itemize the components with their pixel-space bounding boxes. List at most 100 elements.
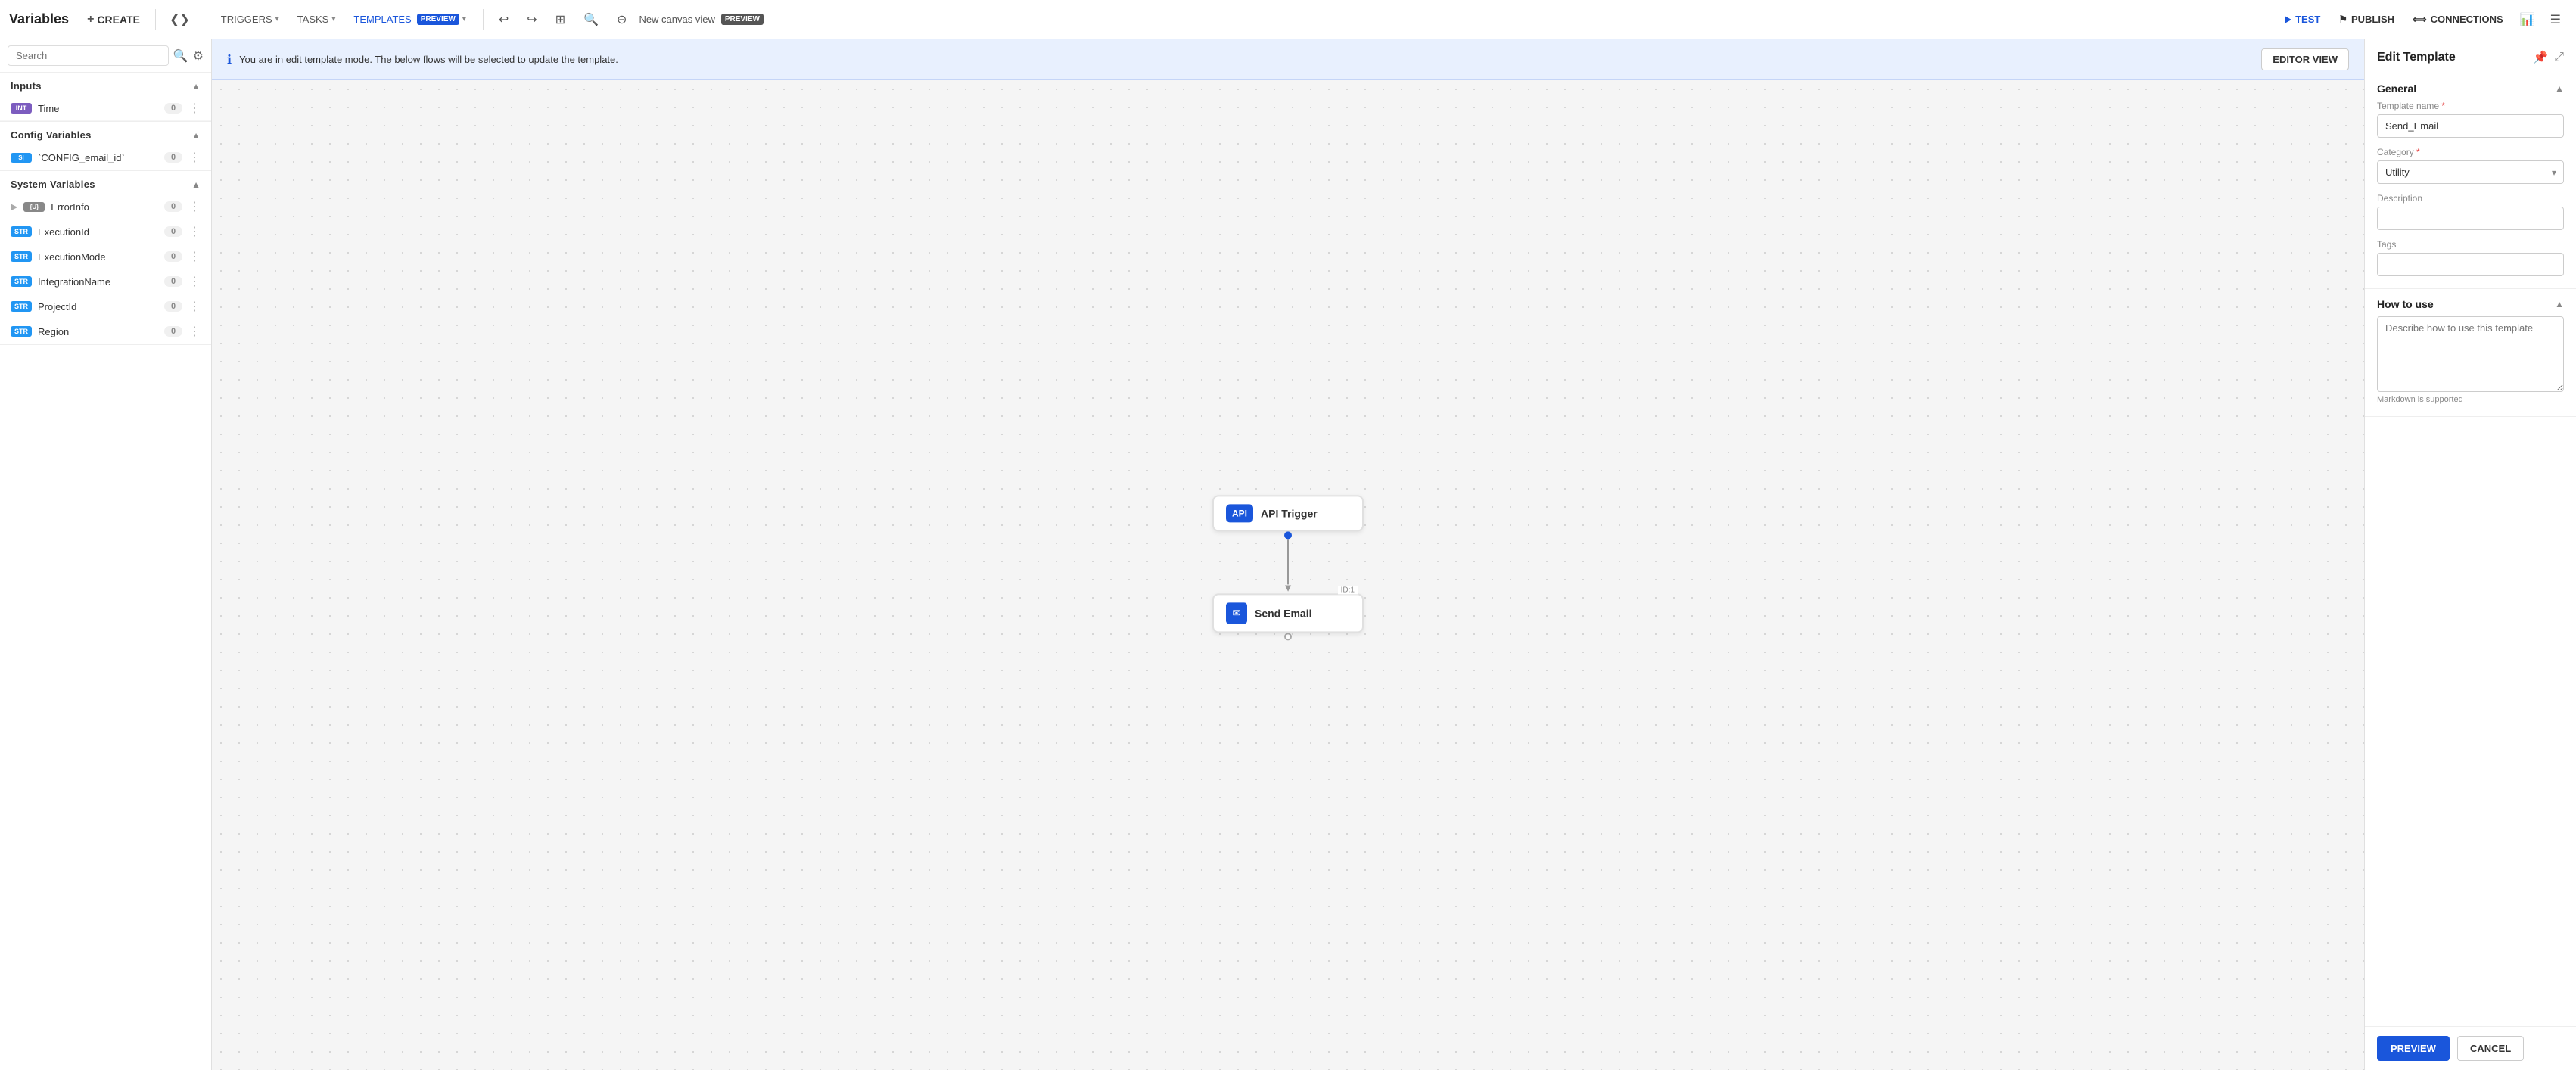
type-badge-str: STR [11,301,32,312]
expand-button[interactable]: ▶ [11,201,17,212]
how-to-use-textarea[interactable] [2377,316,2564,392]
app-title: Variables [9,11,69,27]
inputs-section-header[interactable]: Inputs ▲ [0,73,211,96]
chevron-down-icon: ▾ [462,15,466,23]
publish-button[interactable]: ⚑ PUBLISH [2331,10,2402,30]
nav-triggers[interactable]: TRIGGERS ▾ [213,9,287,30]
collapse-button[interactable]: ❮❯ [165,9,194,30]
general-section-body: Template name Category Utility Communica… [2365,101,2576,288]
variable-menu-button[interactable]: ⋮ [188,101,201,116]
general-section-header[interactable]: General ▲ [2365,73,2576,101]
connector: ▼ [1283,531,1293,593]
node-label: API Trigger [1261,507,1318,519]
right-panel: Edit Template 📌 ⤢ General ▲ Template nam… [2364,39,2576,1070]
description-input[interactable] [2377,207,2564,230]
expand-panel-icon[interactable]: ⤢ [2554,50,2564,65]
cancel-button[interactable]: CANCEL [2457,1036,2524,1061]
topbar: Variables + CREATE ❮❯ TRIGGERS ▾ TASKS ▾… [0,0,2576,39]
general-section: General ▲ Template name Category Utility… [2365,73,2576,289]
template-name-label: Template name [2377,101,2564,111]
variable-menu-button[interactable]: ⋮ [188,199,201,214]
canvas-notice: ℹ You are in edit template mode. The bel… [212,39,2364,80]
search-icon[interactable]: 🔍 [173,48,188,64]
pin-icon[interactable]: 📌 [2533,50,2548,65]
connections-button[interactable]: ⟺ CONNECTIONS [2405,10,2511,30]
system-section-header[interactable]: System Variables ▲ [0,171,211,194]
category-select-wrap: Utility Communication Data Finance HR Ma… [2377,160,2564,184]
nav-tasks[interactable]: TASKS ▾ [290,9,344,30]
variable-menu-button[interactable]: ⋮ [188,299,201,314]
create-button[interactable]: + CREATE [81,10,146,30]
send-email-node[interactable]: ID:1 ✉ Send Email [1212,593,1364,633]
type-badge-str: STR [11,226,32,237]
variable-menu-button[interactable]: ⋮ [188,249,201,264]
category-label: Category [2377,147,2564,157]
nav-templates[interactable]: TEMPLATES PREVIEW ▾ [346,9,474,30]
fit-button[interactable]: ⊖ [611,8,633,31]
list-item: S| `CONFIG_email_id` 0 ⋮ [0,145,211,170]
variable-menu-button[interactable]: ⋮ [188,224,201,239]
divider3 [483,9,484,30]
topbar-right: TEST ⚑ PUBLISH ⟺ CONNECTIONS 📊 ☰ [2277,8,2567,31]
zoom-button[interactable]: 🔍 [577,8,605,31]
list-item: STR ExecutionId 0 ⋮ [0,219,211,244]
layout-button[interactable]: ⊞ [549,8,571,31]
chevron-down-icon: ▾ [331,15,335,23]
undo-button[interactable]: ↩ [493,8,515,31]
filter-icon[interactable]: ⚙ [193,48,204,64]
sidebar-content: Inputs ▲ INT Time 0 ⋮ Config Variables ▲ [0,73,211,1070]
analytics-button[interactable]: 📊 [2514,8,2541,31]
preview-button[interactable]: PREVIEW [2377,1036,2450,1061]
divider [155,9,156,30]
variable-menu-button[interactable]: ⋮ [188,324,201,339]
how-to-use-header[interactable]: How to use ▲ [2365,289,2576,316]
connector-arrow: ▼ [1283,581,1293,593]
panel-header: Edit Template 📌 ⤢ [2365,39,2576,73]
connections-icon: ⟺ [2413,14,2427,26]
tags-label: Tags [2377,239,2564,250]
variable-count: 0 [164,103,182,114]
sidebar: 🔍 ⚙ Inputs ▲ INT Time 0 ⋮ [0,39,212,1070]
type-badge-str: STR [11,251,32,262]
inputs-section: Inputs ▲ INT Time 0 ⋮ [0,73,211,122]
config-section-header[interactable]: Config Variables ▲ [0,122,211,145]
search-row: 🔍 ⚙ [0,39,211,73]
config-title: Config Variables [11,129,92,141]
email-icon: ✉ [1226,602,1247,624]
category-field: Category Utility Communication Data Fina… [2377,147,2564,184]
category-select[interactable]: Utility Communication Data Finance HR Ma… [2377,160,2564,184]
node-label: Send Email [1255,607,1311,619]
list-item: ▶ {U} ErrorInfo 0 ⋮ [0,194,211,219]
tags-input[interactable] [2377,253,2564,276]
connector-line [1287,539,1289,584]
flow-container: API API Trigger ▼ ID:1 ✉ Send Email [1212,495,1364,640]
panel-title: Edit Template [2377,51,2456,64]
redo-button[interactable]: ↪ [521,8,543,31]
canvas-area: ℹ You are in edit template mode. The bel… [212,39,2364,1070]
editor-view-button[interactable]: EDITOR VIEW [2261,48,2349,70]
system-items: ▶ {U} ErrorInfo 0 ⋮ STR ExecutionId 0 ⋮ … [0,194,211,344]
search-input[interactable] [8,45,169,66]
config-toggle-icon: ▲ [191,130,201,141]
description-label: Description [2377,193,2564,204]
inputs-items: INT Time 0 ⋮ [0,96,211,121]
variable-menu-button[interactable]: ⋮ [188,274,201,289]
info-icon: ℹ [227,52,232,67]
template-name-input[interactable] [2377,114,2564,138]
variable-count: 0 [164,152,182,163]
canvas[interactable]: API API Trigger ▼ ID:1 ✉ Send Email [212,80,2364,1070]
api-trigger-node[interactable]: API API Trigger [1212,495,1364,531]
how-to-use-section: How to use ▲ Markdown is supported [2365,289,2576,417]
config-variables-section: Config Variables ▲ S| `CONFIG_email_id` … [0,122,211,171]
type-badge-str: STR [11,276,32,287]
menu-button[interactable]: ☰ [2544,8,2567,31]
type-badge-str: S| [11,153,32,163]
connector-dot-top [1284,531,1292,539]
type-badge-int: INT [11,103,32,114]
test-button[interactable]: TEST [2277,10,2328,29]
inputs-title: Inputs [11,80,42,92]
list-item: STR Region 0 ⋮ [0,319,211,344]
variable-menu-button[interactable]: ⋮ [188,150,201,165]
node-id-badge: ID:1 [1338,586,1358,594]
general-toggle-icon: ▲ [2555,83,2564,94]
